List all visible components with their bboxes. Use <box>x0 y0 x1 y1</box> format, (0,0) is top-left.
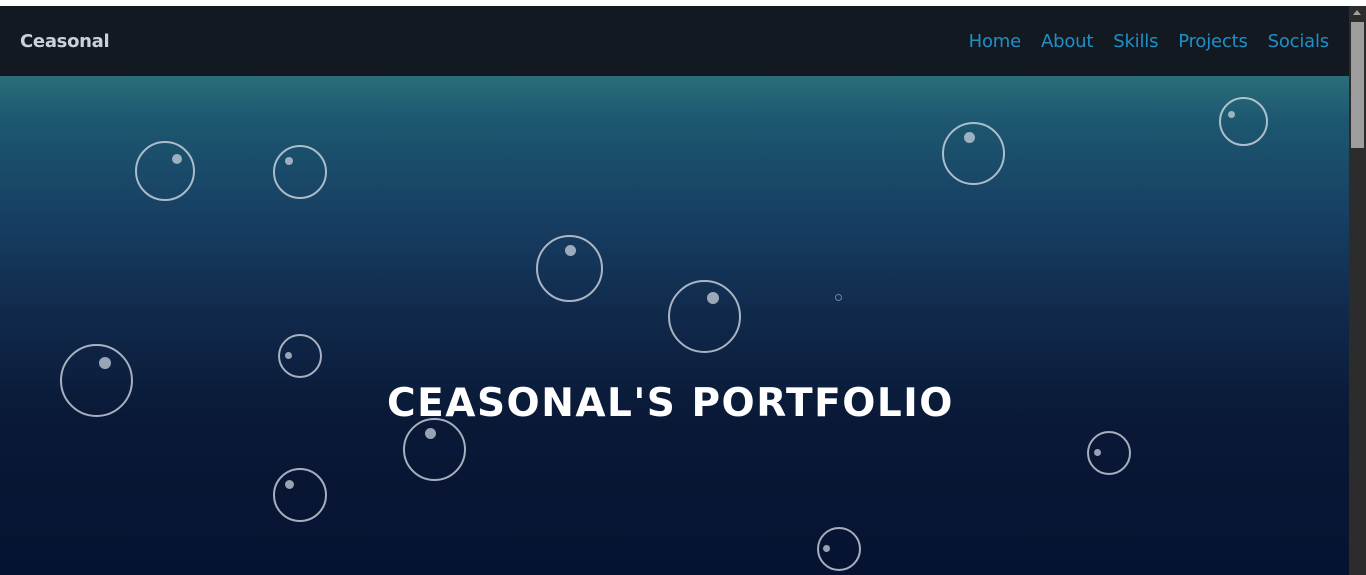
bubble-icon <box>942 122 1005 185</box>
nav-link-skills[interactable]: Skills <box>1113 31 1158 52</box>
hero-section: CEASONAL'S PORTFOLIO <box>0 76 1349 575</box>
nav-links: Home About Skills Projects Socials <box>969 29 1330 55</box>
bubble-icon <box>60 344 133 417</box>
bubble-icon <box>273 468 327 522</box>
bubble-icon <box>668 280 741 353</box>
nav-link-socials[interactable]: Socials <box>1268 31 1330 52</box>
navbar: Ceasonal Home About Skills Projects Soci… <box>0 6 1349 76</box>
bubble-shine <box>425 428 436 439</box>
nav-link-about[interactable]: About <box>1041 31 1093 52</box>
bubble-shine <box>1094 449 1101 456</box>
nav-link-home[interactable]: Home <box>969 31 1022 52</box>
bubble-icon <box>278 334 322 378</box>
bubble-shine <box>964 132 975 143</box>
bubble-icon <box>273 145 327 199</box>
bubble-shine <box>1228 111 1235 118</box>
bubble-icon <box>1219 97 1268 146</box>
hero-title: CEASONAL'S PORTFOLIO <box>387 381 954 426</box>
bubble-shine <box>823 545 830 552</box>
bubble-shine <box>172 154 182 164</box>
bubble-icon <box>1087 431 1131 475</box>
bubble-icon <box>536 235 603 302</box>
vertical-scrollbar[interactable] <box>1349 6 1366 575</box>
bubble-shine <box>285 480 294 489</box>
bubble-shine <box>99 357 111 369</box>
bubble-icon <box>403 418 466 481</box>
bubble-shine <box>285 352 292 359</box>
bubble-icon <box>817 527 861 571</box>
bubble-shine <box>707 292 719 304</box>
mouse-cursor-indicator <box>835 294 842 301</box>
bubble-shine <box>565 245 576 256</box>
scroll-up-arrow-icon[interactable] <box>1353 10 1361 15</box>
bubble-shine <box>285 157 293 165</box>
brand-logo-link[interactable]: Ceasonal <box>20 30 110 54</box>
bubble-icon <box>135 141 195 201</box>
scrollbar-thumb[interactable] <box>1351 22 1364 148</box>
nav-link-projects[interactable]: Projects <box>1178 31 1248 52</box>
